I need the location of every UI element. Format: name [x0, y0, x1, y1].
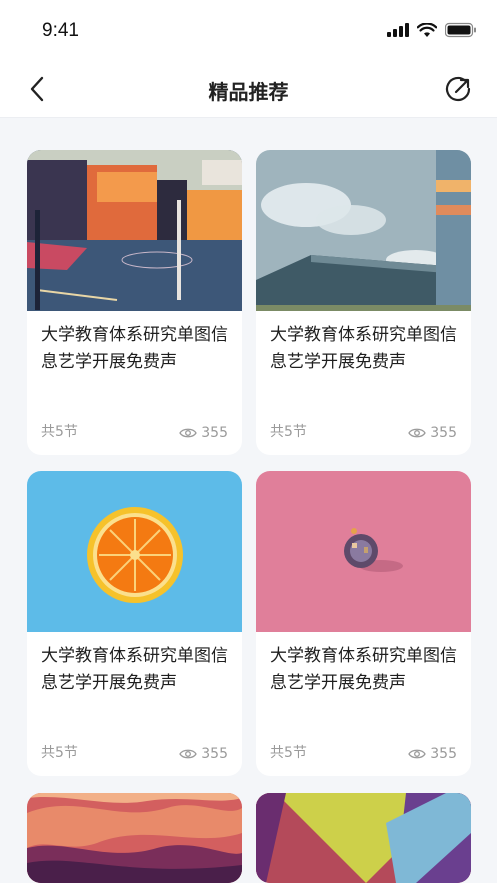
course-title: 大学教育体系研究单图信息艺学开展免费声 [41, 325, 228, 372]
status-icons [387, 22, 477, 38]
view-count-value: 355 [430, 746, 457, 762]
battery-icon [445, 22, 476, 38]
course-title: 大学教育体系研究单图信息艺学开展免费声 [270, 325, 457, 372]
course-thumbnail [27, 471, 242, 632]
course-card[interactable]: 大学教育体系研究单图信息艺学开展免费声 共5节 355 [256, 150, 471, 455]
app-header: 9:41 精品推荐 [0, 0, 497, 118]
status-time: 9:41 [42, 20, 79, 41]
course-card[interactable]: 大学教育体系研究单图信息艺学开展免费声 共5节 355 [27, 471, 242, 776]
course-grid: 大学教育体系研究单图信息艺学开展免费声 共5节 355 大学教育体系研究单图信息… [0, 118, 497, 883]
course-card[interactable] [256, 793, 471, 883]
course-card[interactable]: 大学教育体系研究单图信息艺学开展免费声 共5节 355 [27, 150, 242, 455]
course-card[interactable] [27, 793, 242, 883]
view-count-value: 355 [430, 425, 457, 441]
eye-icon [408, 428, 427, 438]
canyon-image [27, 793, 242, 883]
view-count: 355 [179, 425, 228, 441]
page-title: 精品推荐 [208, 80, 289, 104]
cellular-signal-icon [387, 23, 409, 37]
lesson-count: 共5节 [270, 424, 307, 440]
eye-icon [408, 749, 427, 759]
lesson-count: 共5节 [270, 745, 307, 761]
view-count: 355 [179, 746, 228, 762]
abstract-triangles-image [256, 793, 471, 883]
course-title: 大学教育体系研究单图信息艺学开展免费声 [41, 646, 228, 693]
view-count: 355 [408, 746, 457, 762]
course-thumbnail [256, 471, 471, 632]
course-title: 大学教育体系研究单图信息艺学开展免费声 [270, 646, 457, 693]
eye-icon [179, 749, 198, 759]
orange-slice-image [27, 471, 242, 632]
course-card[interactable]: 大学教育体系研究单图信息艺学开展免费声 共5节 355 [256, 471, 471, 776]
share-icon [445, 76, 471, 102]
wifi-icon [417, 22, 437, 37]
view-count-value: 355 [201, 746, 228, 762]
eye-icon [179, 428, 198, 438]
share-button[interactable] [443, 74, 473, 104]
view-count-value: 355 [201, 425, 228, 441]
tiny-planet-image [256, 471, 471, 632]
course-thumbnail [256, 150, 471, 311]
lesson-count: 共5节 [41, 745, 78, 761]
course-thumbnail [27, 793, 242, 883]
lesson-count: 共5节 [41, 424, 78, 440]
course-thumbnail [27, 150, 242, 311]
industrial-building-image [256, 150, 471, 311]
course-thumbnail [256, 793, 471, 883]
basketball-court-image [27, 150, 242, 311]
view-count: 355 [408, 425, 457, 441]
